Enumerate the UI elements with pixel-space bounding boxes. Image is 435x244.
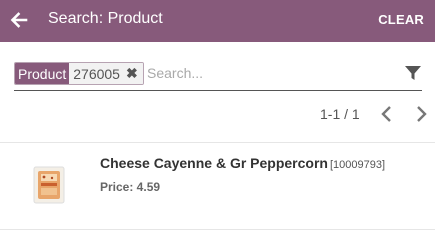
- filter-icon: [405, 66, 421, 80]
- pager-previous-button[interactable]: [380, 105, 394, 123]
- pager: 1-1 / 1: [0, 98, 435, 132]
- arrow-left-icon: [10, 12, 28, 28]
- product-name: Cheese Cayenne & Gr Peppercorn [10009793]: [100, 155, 385, 171]
- product-price: Price: 4.59: [100, 180, 161, 194]
- product-code: [10009793]: [329, 159, 386, 171]
- chevron-right-icon: [417, 106, 427, 122]
- divider: [0, 229, 435, 230]
- list-item[interactable]: Cheese Cayenne & Gr Peppercorn [10009793]…: [0, 143, 435, 229]
- product-thumbnail: [30, 165, 68, 205]
- search-bar: Product 276005 ✖: [14, 55, 422, 91]
- facet-label: Product: [15, 63, 70, 84]
- page-title: Search: Product: [48, 10, 163, 27]
- clear-button[interactable]: CLEAR: [378, 12, 424, 27]
- top-bar: Search: Product CLEAR: [0, 0, 435, 42]
- search-facet: Product 276005 ✖: [14, 62, 144, 85]
- chevron-left-icon: [381, 106, 391, 122]
- pager-next-button[interactable]: [414, 105, 428, 123]
- close-icon[interactable]: ✖: [122, 63, 143, 84]
- pager-value: 1-1 / 1: [320, 106, 360, 122]
- facet-value: 276005: [69, 63, 123, 84]
- product-name-text: Cheese Cayenne & Gr Peppercorn: [100, 155, 328, 171]
- back-button[interactable]: [8, 9, 30, 31]
- filter-button[interactable]: [404, 64, 422, 82]
- search-input[interactable]: [147, 62, 387, 83]
